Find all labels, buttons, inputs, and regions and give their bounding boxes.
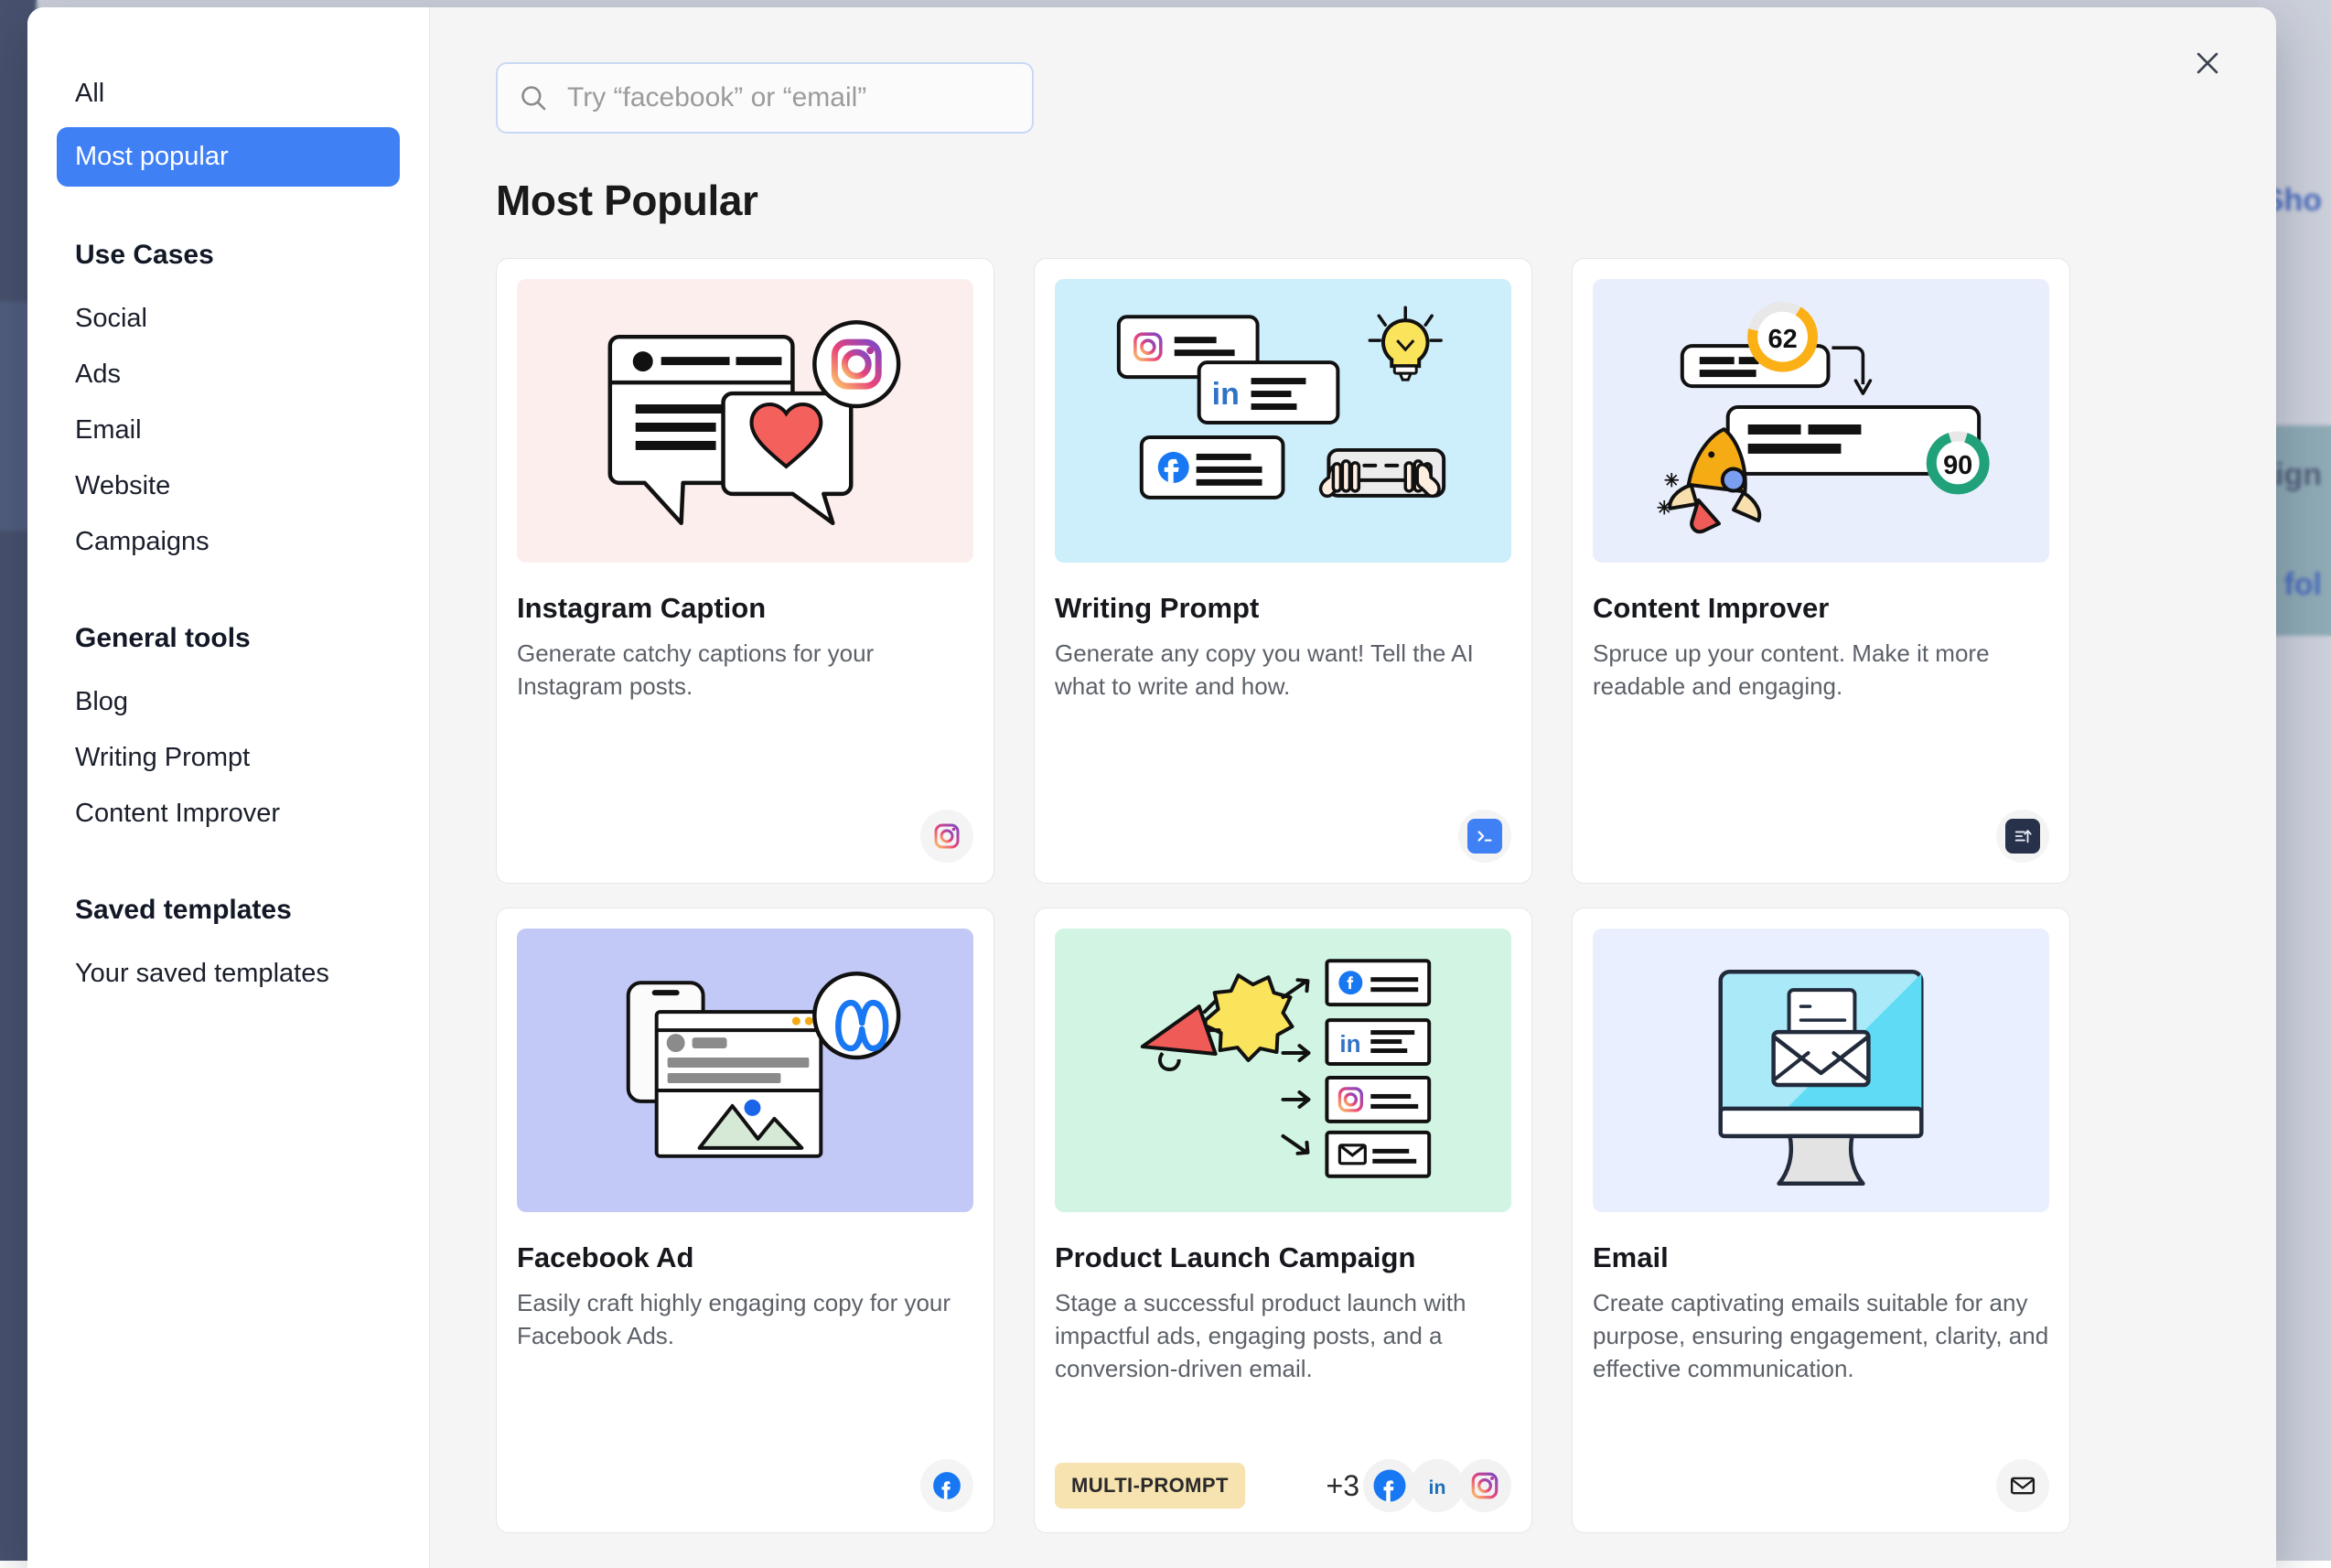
product-launch-art: in	[1055, 929, 1511, 1212]
search-icon	[518, 82, 549, 113]
card-footer	[517, 810, 973, 863]
search-box[interactable]	[496, 62, 1034, 134]
card-footer	[1593, 1459, 2049, 1512]
card-description: Generate catchy captions for your Instag…	[517, 638, 973, 703]
card-title: Content Improver	[1593, 592, 2049, 625]
terminal-icon	[1458, 810, 1511, 863]
facebook-icon	[1363, 1459, 1416, 1512]
card-footer	[1593, 810, 2049, 863]
card-title: Writing Prompt	[1055, 592, 1511, 625]
card-icon-cluster	[920, 810, 973, 863]
main-panel: Most Popular	[430, 7, 2276, 1568]
template-picker-modal: All Most popular Use Cases Social Ads Em…	[27, 7, 2276, 1568]
sidebar-item-all[interactable]: All	[57, 64, 400, 124]
sidebar-item-ads[interactable]: Ads	[57, 347, 400, 403]
card-icon-cluster	[1996, 1459, 2049, 1512]
svg-text:✳: ✳	[1657, 499, 1672, 519]
sidebar-heading-use-cases: Use Cases	[57, 240, 400, 271]
card-footer	[517, 1459, 973, 1512]
instagram-icon	[1458, 1459, 1511, 1512]
sidebar-item-your-saved-templates[interactable]: Your saved templates	[57, 946, 400, 1002]
sidebar-item-email[interactable]: Email	[57, 403, 400, 458]
score-90: 90	[1943, 451, 1972, 480]
template-card-facebook-ad[interactable]: Facebook Ad Easily craft highly engaging…	[496, 908, 994, 1533]
sidebar: All Most popular Use Cases Social Ads Em…	[27, 7, 430, 1568]
facebook-ad-art	[517, 929, 973, 1212]
linkedin-icon: in	[1411, 1459, 1464, 1512]
content-improver-icon	[1996, 810, 2049, 863]
facebook-icon	[920, 1459, 973, 1512]
card-icon-cluster	[920, 1459, 973, 1512]
sidebar-item-campaigns[interactable]: Campaigns	[57, 514, 400, 570]
svg-text:in: in	[1429, 1477, 1446, 1498]
template-card-instagram-caption[interactable]: Instagram Caption Generate catchy captio…	[496, 258, 994, 884]
page-title: Most Popular	[496, 176, 2212, 225]
writing-prompt-art: in	[1055, 279, 1511, 563]
svg-text:in: in	[1212, 377, 1240, 412]
card-icon-cluster	[1458, 810, 1511, 863]
card-description: Create captivating emails suitable for a…	[1593, 1287, 2049, 1386]
sidebar-heading-general-tools: General tools	[57, 623, 400, 654]
content-improver-art: 62 90	[1593, 279, 2049, 563]
instagram-icon	[920, 810, 973, 863]
multi-prompt-badge: MULTI-PROMPT	[1055, 1463, 1245, 1509]
svg-text:✳: ✳	[1664, 471, 1680, 491]
card-footer	[1055, 810, 1511, 863]
extra-count-label: +3	[1327, 1469, 1359, 1503]
sidebar-item-blog[interactable]: Blog	[57, 674, 400, 730]
sidebar-item-writing-prompt[interactable]: Writing Prompt	[57, 730, 400, 786]
sidebar-item-content-improver[interactable]: Content Improver	[57, 786, 400, 842]
sidebar-item-website[interactable]: Website	[57, 458, 400, 514]
template-grid: Instagram Caption Generate catchy captio…	[496, 258, 2212, 1533]
card-title: Instagram Caption	[517, 592, 973, 625]
card-title: Product Launch Campaign	[1055, 1241, 1511, 1274]
template-card-product-launch-campaign[interactable]: in	[1034, 908, 1532, 1533]
card-description: Spruce up your content. Make it more rea…	[1593, 638, 2049, 703]
card-description: Generate any copy you want! Tell the AI …	[1055, 638, 1511, 703]
instagram-caption-art	[517, 279, 973, 563]
svg-text:in: in	[1339, 1032, 1360, 1058]
card-footer: MULTI-PROMPT +3 in	[1055, 1459, 1511, 1512]
card-icon-cluster: +3 in	[1327, 1459, 1511, 1512]
card-title: Facebook Ad	[517, 1241, 973, 1274]
card-description: Easily craft highly engaging copy for yo…	[517, 1287, 973, 1353]
email-art	[1593, 929, 2049, 1212]
envelope-icon	[1996, 1459, 2049, 1512]
close-icon[interactable]	[2186, 42, 2229, 84]
card-title: Email	[1593, 1241, 2049, 1274]
sidebar-item-most-popular[interactable]: Most popular	[57, 127, 400, 187]
card-icon-cluster	[1996, 810, 2049, 863]
template-card-writing-prompt[interactable]: in	[1034, 258, 1532, 884]
card-description: Stage a successful product launch with i…	[1055, 1287, 1511, 1386]
template-card-content-improver[interactable]: 62 90	[1572, 258, 2070, 884]
search-input[interactable]	[567, 82, 1012, 113]
sidebar-item-social[interactable]: Social	[57, 291, 400, 347]
score-62: 62	[1767, 325, 1797, 354]
sidebar-heading-saved-templates: Saved templates	[57, 895, 400, 926]
template-card-email[interactable]: Email Create captivating emails suitable…	[1572, 908, 2070, 1533]
